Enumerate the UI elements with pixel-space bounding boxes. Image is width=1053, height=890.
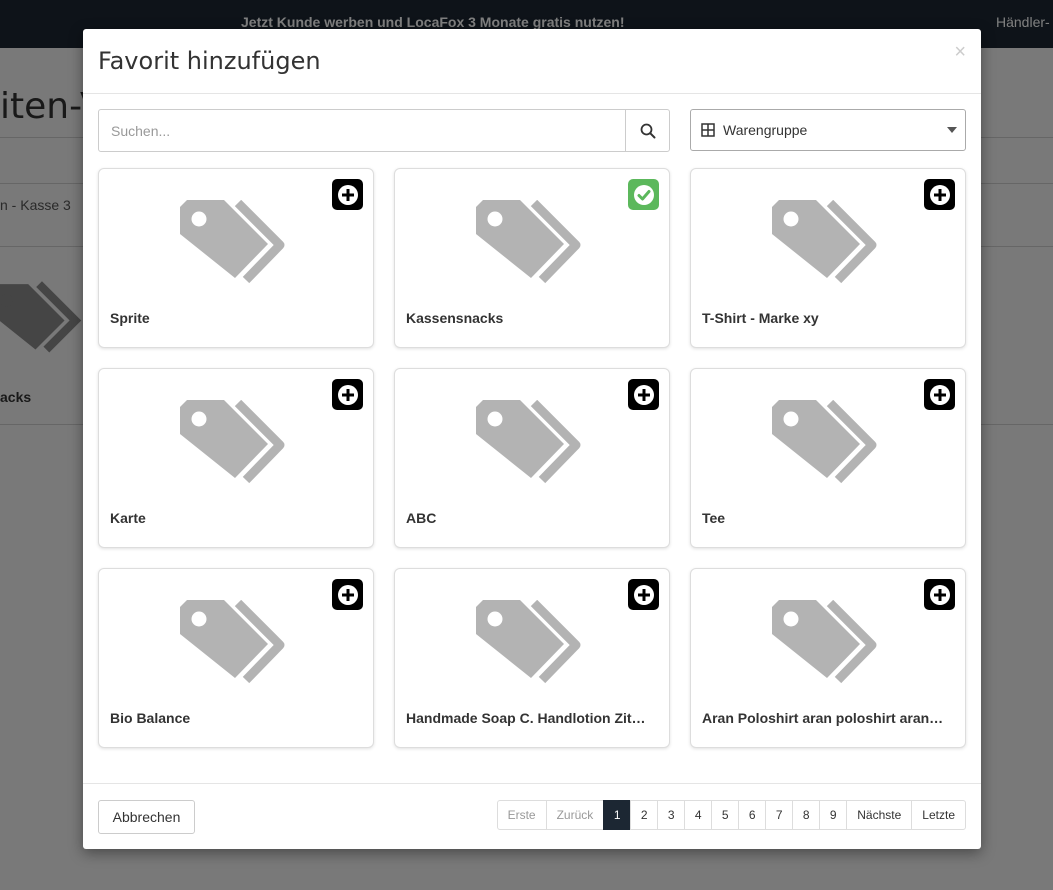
product-name: Karte: [110, 510, 146, 526]
caret-down-icon: [947, 127, 957, 133]
tag-icon: [180, 199, 292, 297]
plus-icon[interactable]: [628, 579, 659, 610]
product-card[interactable]: Sprite: [98, 168, 374, 348]
modal-header: Favorit hinzufügen ×: [83, 29, 981, 94]
product-card[interactable]: ABC: [394, 368, 670, 548]
add-favorite-dialog: Favorit hinzufügen × Warengruppe Sprite K…: [83, 29, 981, 849]
pagination-last[interactable]: Letzte: [911, 800, 966, 830]
search-group: [98, 109, 670, 152]
tag-icon: [772, 599, 884, 697]
product-group-select-label: Warengruppe: [723, 122, 808, 138]
product-name: T-Shirt - Marke xy: [702, 310, 819, 326]
cancel-button[interactable]: Abbrechen: [98, 800, 195, 834]
pagination-next[interactable]: Nächste: [846, 800, 913, 830]
product-name: Tee: [702, 510, 726, 526]
plus-icon[interactable]: [924, 379, 955, 410]
product-card[interactable]: T-Shirt - Marke xy: [690, 168, 966, 348]
pagination-page[interactable]: 5: [711, 800, 740, 830]
product-grid: Sprite Kassensnacks T-Shirt - Marke xy Kart…: [98, 168, 966, 748]
modal-footer: Abbrechen Erste Zurück 123456789 Nächste…: [83, 783, 981, 849]
tag-icon: [772, 199, 884, 297]
pagination-page[interactable]: 4: [684, 800, 713, 830]
product-name: Kassensnacks: [406, 310, 504, 326]
search-icon: [640, 123, 655, 138]
modal-title: Favorit hinzufügen: [98, 47, 321, 75]
pagination-page[interactable]: 3: [657, 800, 686, 830]
pagination-page[interactable]: 8: [792, 800, 821, 830]
pagination-page[interactable]: 2: [630, 800, 659, 830]
grid-icon: [701, 123, 715, 137]
search-input[interactable]: [99, 110, 625, 151]
product-card[interactable]: Tee: [690, 368, 966, 548]
pagination-first[interactable]: Erste: [496, 800, 547, 830]
tag-icon: [180, 399, 292, 497]
pagination-page[interactable]: 6: [738, 800, 767, 830]
check-icon[interactable]: [628, 179, 659, 210]
pagination-page[interactable]: 1: [603, 800, 632, 830]
product-name: Handmade Soap C. Handlotion Zit…: [406, 710, 646, 726]
tag-icon: [476, 599, 588, 697]
tag-icon: [180, 599, 292, 697]
plus-icon[interactable]: [332, 179, 363, 210]
tag-icon: [476, 199, 588, 297]
pagination-page[interactable]: 7: [765, 800, 794, 830]
product-group-select[interactable]: Warengruppe: [690, 109, 966, 151]
product-name: Bio Balance: [110, 710, 191, 726]
plus-icon[interactable]: [332, 379, 363, 410]
plus-icon[interactable]: [332, 579, 363, 610]
plus-icon[interactable]: [628, 379, 659, 410]
product-card[interactable]: Bio Balance: [98, 568, 374, 748]
plus-icon[interactable]: [924, 179, 955, 210]
product-card[interactable]: Karte: [98, 368, 374, 548]
product-name: Aran Poloshirt aran poloshirt aran…: [702, 710, 944, 726]
product-card[interactable]: Aran Poloshirt aran poloshirt aran…: [690, 568, 966, 748]
pagination-page[interactable]: 9: [819, 800, 848, 830]
product-card[interactable]: Kassensnacks: [394, 168, 670, 348]
product-card[interactable]: Handmade Soap C. Handlotion Zit…: [394, 568, 670, 748]
product-name: ABC: [406, 510, 437, 526]
pagination: Erste Zurück 123456789 Nächste Letzte: [496, 800, 966, 830]
plus-icon[interactable]: [924, 579, 955, 610]
tag-icon: [476, 399, 588, 497]
close-icon[interactable]: ×: [954, 41, 966, 64]
product-name: Sprite: [110, 310, 150, 326]
pagination-previous[interactable]: Zurück: [545, 800, 605, 830]
tag-icon: [772, 399, 884, 497]
search-button[interactable]: [625, 110, 669, 151]
